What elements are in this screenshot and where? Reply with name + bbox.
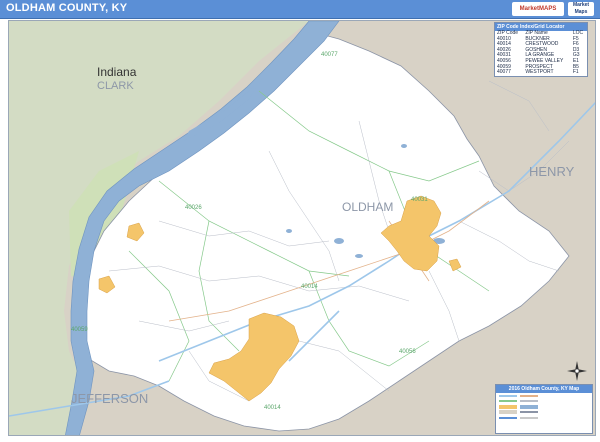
map-canvas[interactable]: Indiana CLARK OLDHAM HENRY JEFFERSON 400… [9, 21, 596, 436]
zip-code: 40077 [497, 69, 511, 76]
zip-index-row: 40077 WESTPORT F1 [495, 70, 587, 76]
legend-swatch-zip [499, 400, 517, 403]
legend-swatch-city [499, 404, 517, 409]
zip-label-40077: 40077 [321, 52, 338, 58]
legend-swatch-state [499, 416, 517, 419]
label-clark: CLARK [97, 80, 134, 92]
legend-swatch-water [520, 404, 538, 409]
legend-swatch-local [520, 400, 538, 403]
zip-label-40014: 40014 [301, 284, 318, 290]
publisher-logo: MarketMAPS [512, 2, 564, 16]
zip-label-40059: 40059 [71, 327, 88, 333]
legend-swatch-outside [499, 410, 517, 415]
zip-name: WESTPORT [525, 69, 554, 76]
zip-index-table: ZIP Code ZIP Name LOC 40010 BUCKNER F5 400… [495, 30, 587, 76]
label-indiana: Indiana [97, 65, 137, 79]
zip-label-40031: 40031 [411, 197, 428, 203]
legend-row [496, 415, 592, 421]
secondary-logo: Market Maps [568, 2, 594, 16]
zip-label-40014b: 40014 [264, 405, 281, 411]
map-page: OLDHAM COUNTY, KY MarketMAPS Market Maps [0, 0, 600, 442]
zip-index-legend: ZIP Code Index/Grid Locator ZIP Code ZIP… [494, 22, 588, 77]
title-bar: OLDHAM COUNTY, KY MarketMAPS Market Maps [0, 0, 600, 19]
legend-swatch-other [520, 416, 538, 419]
map-legend: 2016 Oldham County, KY Map [495, 384, 593, 434]
zip-label-40026: 40026 [185, 205, 202, 211]
zip-label-40056: 40056 [399, 349, 416, 355]
label-jefferson: JEFFERSON [71, 391, 148, 406]
label-oldham: OLDHAM [342, 200, 393, 214]
legend-swatch-highway [499, 394, 517, 397]
map-legend-title: 2016 Oldham County, KY Map [496, 385, 592, 393]
map-title: OLDHAM COUNTY, KY [6, 2, 128, 14]
county-map[interactable]: Indiana CLARK OLDHAM HENRY JEFFERSON 400… [8, 20, 596, 436]
label-henry: HENRY [529, 164, 575, 179]
legend-swatch-county [520, 411, 538, 414]
legend-swatch-road [520, 394, 538, 397]
zip-loc: F1 [572, 69, 579, 76]
